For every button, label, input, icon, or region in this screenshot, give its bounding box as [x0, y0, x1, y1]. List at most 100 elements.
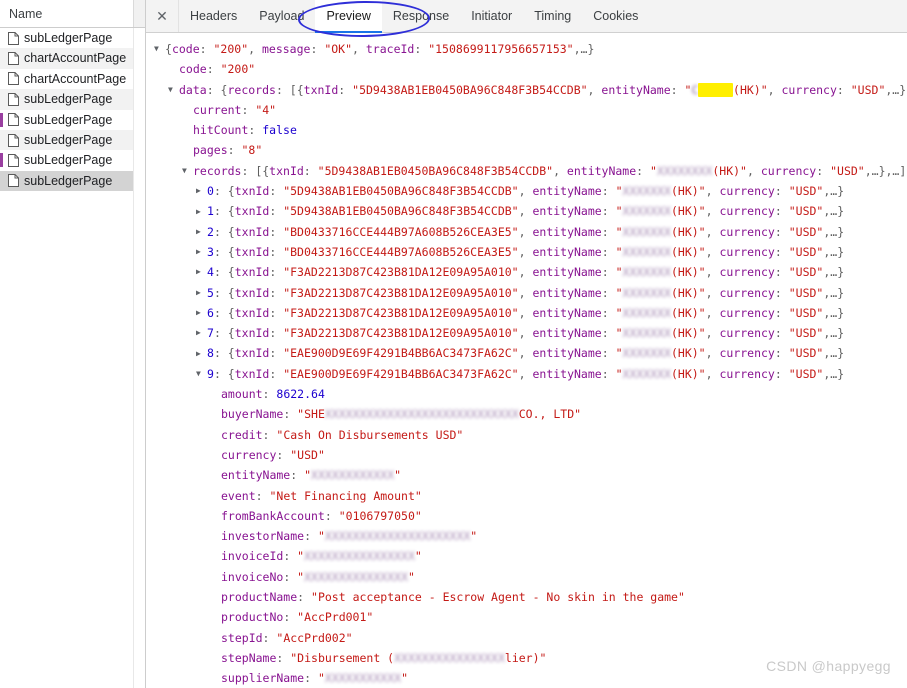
request-list-item-label: chartAccountPage	[24, 51, 127, 66]
json-record-3[interactable]: ▶ 3: {txnId: "BD0433716CCE444B97A608B526C…	[146, 242, 907, 262]
json-line-content: buyerName: "SHEXXXXXXXXXXXXXXXXXXXXXXXXX…	[221, 407, 582, 422]
json-key-records[interactable]: ▼ records: [{txnId: "5D9438AB1EB0450BA96C…	[146, 161, 907, 181]
chevron-right-icon[interactable]: ▶	[196, 268, 207, 276]
json-field-supplierName[interactable]: supplierName: "XXXXXXXXXXX"	[146, 668, 907, 688]
request-list-item-label: subLedgerPage	[24, 30, 113, 45]
devtools-network-panel: Name subLedgerPage chartAccountPage chartA…	[0, 0, 907, 688]
json-record-0[interactable]: ▶ 0: {txnId: "5D9438AB1EB0450BA96C848F3B5…	[146, 181, 907, 201]
json-line-content: 1: {txnId: "5D9438AB1EB0450BA96C848F3B54…	[207, 204, 845, 219]
json-key-current[interactable]: current: "4"	[146, 100, 907, 120]
tab-timing[interactable]: Timing	[523, 0, 582, 32]
tab-label: Payload	[259, 9, 305, 23]
json-field-investorName[interactable]: investorName: "XXXXXXXXXXXXXXXXXXXXX"	[146, 526, 907, 546]
json-key-pages[interactable]: pages: "8"	[146, 140, 907, 160]
request-list-item[interactable]: subLedgerPage	[0, 110, 145, 130]
json-key-data[interactable]: ▼ data: {records: [{txnId: "5D9438AB1EB04…	[146, 80, 907, 100]
json-preview-tree[interactable]: ▼ {code: "200", message: "OK", traceId: "…	[146, 33, 907, 688]
json-record-9[interactable]: ▼ 9: {txnId: "EAE900D9E69F4291B4BB6AC3473…	[146, 364, 907, 384]
json-field-entityName[interactable]: entityName: "XXXXXXXXXXXX"	[146, 465, 907, 485]
request-marker	[0, 112, 3, 127]
document-icon	[8, 133, 19, 147]
request-list-item-label: subLedgerPage	[24, 132, 113, 147]
request-list-item-label: subLedgerPage	[24, 153, 113, 168]
json-line-content: credit: "Cash On Disbursements USD"	[221, 427, 464, 442]
json-line-content: current: "4"	[193, 102, 277, 117]
request-list-item[interactable]: subLedgerPage	[0, 170, 145, 192]
json-record-4[interactable]: ▶ 4: {txnId: "F3AD2213D87C423B81DA12E09A9…	[146, 262, 907, 282]
chevron-down-icon[interactable]: ▼	[196, 369, 207, 378]
request-list[interactable]: subLedgerPage chartAccountPage chartAccoun…	[0, 28, 145, 688]
json-field-invoiceId[interactable]: invoiceId: "XXXXXXXXXXXXXXXX"	[146, 546, 907, 566]
chevron-right-icon[interactable]: ▶	[196, 207, 207, 216]
document-icon	[8, 72, 19, 86]
json-field-productNo[interactable]: productNo: "AccPrd001"	[146, 607, 907, 627]
json-key-code[interactable]: code: "200"	[146, 59, 907, 79]
json-field-fromBankAccount[interactable]: fromBankAccount: "0106797050"	[146, 506, 907, 526]
json-line-content: stepName: "Disbursement (XXXXXXXXXXXXXXX…	[221, 650, 547, 665]
json-field-invoiceNo[interactable]: invoiceNo: "XXXXXXXXXXXXXXX"	[146, 567, 907, 587]
chevron-right-icon[interactable]: ▶	[196, 187, 207, 195]
json-field-stepId[interactable]: stepId: "AccPrd002"	[146, 628, 907, 648]
request-list-header: Name	[0, 0, 145, 28]
request-list-scrollbar[interactable]	[133, 28, 145, 688]
json-line-content: productNo: "AccPrd001"	[221, 610, 374, 625]
chevron-down-icon[interactable]: ▼	[154, 45, 165, 53]
request-list-item[interactable]: subLedgerPage	[0, 129, 145, 151]
request-list-item[interactable]: chartAccountPage	[0, 69, 145, 89]
json-field-stepName[interactable]: stepName: "Disbursement (XXXXXXXXXXXXXXX…	[146, 648, 907, 668]
tab-label: Headers	[190, 9, 238, 23]
chevron-right-icon[interactable]: ▶	[196, 288, 207, 297]
json-line-content: 7: {txnId: "F3AD2213D87C423B81DA12E09A95…	[207, 326, 845, 341]
json-record-6[interactable]: ▶ 6: {txnId: "F3AD2213D87C423B81DA12E09A9…	[146, 303, 907, 323]
json-root-summary[interactable]: ▼ {code: "200", message: "OK", traceId: "…	[146, 39, 907, 59]
json-line-content: 3: {txnId: "BD0433716CCE444B97A608B526CE…	[207, 244, 845, 259]
json-record-8[interactable]: ▶ 8: {txnId: "EAE900D9E69F4291B4BB6AC3473…	[146, 343, 907, 363]
request-list-item-label: subLedgerPage	[24, 92, 113, 107]
json-record-7[interactable]: ▶ 7: {txnId: "F3AD2213D87C423B81DA12E09A9…	[146, 323, 907, 343]
request-list-item[interactable]: subLedgerPage	[0, 150, 145, 170]
tab-label: Initiator	[471, 9, 513, 23]
json-field-event[interactable]: event: "Net Financing Amount"	[146, 486, 907, 506]
json-field-amount[interactable]: amount: 8622.64	[146, 384, 907, 404]
tab-cookies[interactable]: Cookies	[582, 0, 649, 32]
chevron-right-icon[interactable]: ▶	[196, 309, 207, 317]
json-line-content: hitCount: false	[193, 123, 297, 138]
tab-response[interactable]: Response	[382, 0, 460, 32]
close-icon[interactable]: ✕	[146, 0, 179, 32]
request-list-item-label: subLedgerPage	[24, 112, 113, 127]
chevron-right-icon[interactable]: ▶	[196, 349, 207, 358]
chevron-right-icon[interactable]: ▶	[196, 227, 207, 236]
json-field-credit[interactable]: credit: "Cash On Disbursements USD"	[146, 425, 907, 445]
json-line-content: code: "200"	[179, 62, 256, 77]
chevron-right-icon[interactable]: ▶	[196, 248, 207, 256]
tab-payload[interactable]: Payload	[248, 0, 315, 32]
tab-label: Response	[392, 9, 450, 23]
json-line-content: fromBankAccount: "0106797050"	[221, 508, 422, 523]
json-line-content: 0: {txnId: "5D9438AB1EB0450BA96C848F3B54…	[207, 184, 845, 199]
request-list-item[interactable]: subLedgerPage	[0, 89, 145, 110]
request-list-item[interactable]: subLedgerPage	[0, 28, 145, 48]
chevron-down-icon[interactable]: ▼	[168, 85, 179, 94]
column-header-name[interactable]: Name	[9, 7, 42, 21]
json-record-1[interactable]: ▶ 1: {txnId: "5D9438AB1EB0450BA96C848F3B5…	[146, 201, 907, 221]
json-line-content: 2: {txnId: "BD0433716CCE444B97A608B526CE…	[207, 224, 845, 239]
json-record-5[interactable]: ▶ 5: {txnId: "F3AD2213D87C423B81DA12E09A9…	[146, 283, 907, 303]
request-marker	[0, 153, 3, 168]
json-line-content: entityName: "XXXXXXXXXXXX"	[221, 468, 402, 483]
json-field-currency[interactable]: currency: "USD"	[146, 445, 907, 465]
json-line-content: invoiceId: "XXXXXXXXXXXXXXXX"	[221, 549, 422, 564]
request-list-panel: Name subLedgerPage chartAccountPage chartA…	[0, 0, 146, 688]
tab-preview[interactable]: Preview	[315, 0, 383, 33]
json-field-productName[interactable]: productName: "Post acceptance - Escrow A…	[146, 587, 907, 607]
request-list-item[interactable]: chartAccountPage	[0, 48, 145, 69]
json-line-content: investorName: "XXXXXXXXXXXXXXXXXXXXX"	[221, 529, 478, 544]
tab-initiator[interactable]: Initiator	[460, 0, 523, 32]
json-key-hitcount[interactable]: hitCount: false	[146, 120, 907, 140]
json-field-buyerName[interactable]: buyerName: "SHEXXXXXXXXXXXXXXXXXXXXXXXXX…	[146, 404, 907, 424]
document-icon	[8, 113, 19, 127]
chevron-right-icon[interactable]: ▶	[196, 329, 207, 337]
document-icon	[8, 92, 19, 106]
tab-headers[interactable]: Headers	[179, 0, 248, 32]
json-record-2[interactable]: ▶ 2: {txnId: "BD0433716CCE444B97A608B526C…	[146, 222, 907, 242]
chevron-down-icon[interactable]: ▼	[182, 166, 193, 175]
